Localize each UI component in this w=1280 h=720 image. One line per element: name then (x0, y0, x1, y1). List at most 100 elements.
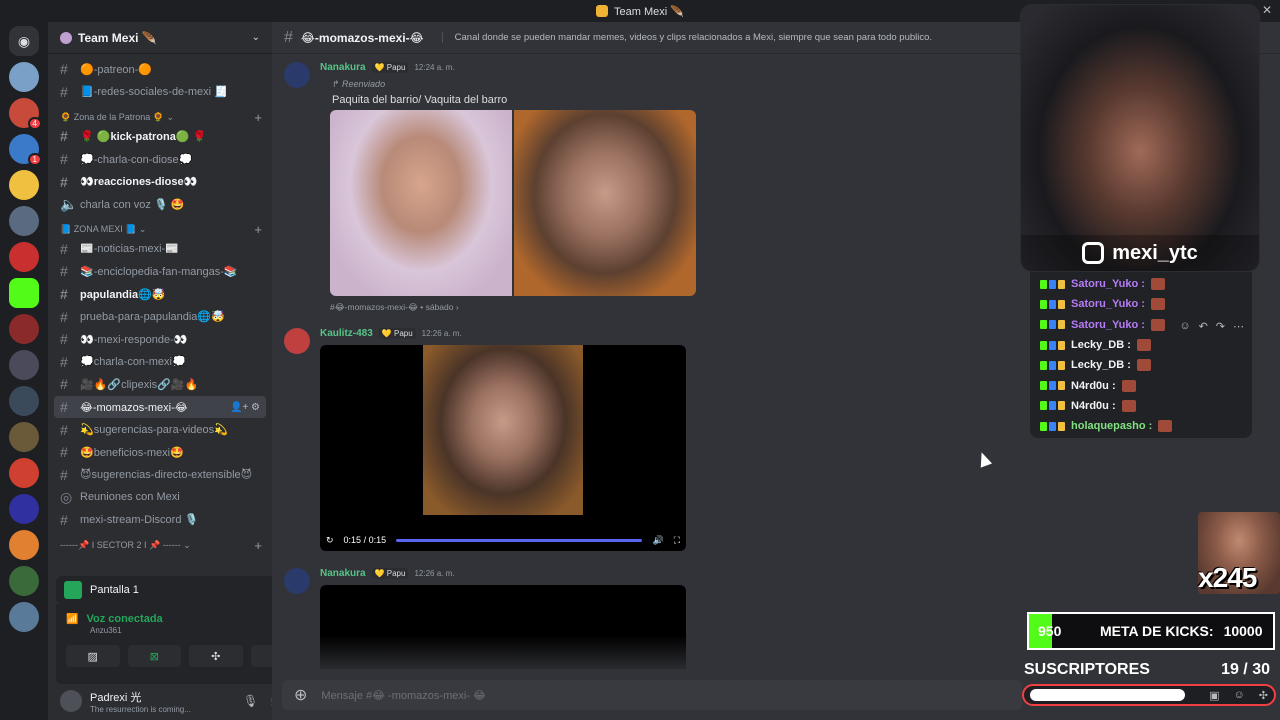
hash-icon: # (60, 353, 68, 370)
hash-icon: # (60, 466, 68, 483)
video-attachment[interactable]: ↻ 0:15 / 0:15 🔊 ⛶ (320, 345, 686, 551)
hash-icon: # (60, 128, 68, 145)
server-icon[interactable] (9, 170, 39, 200)
chat-message: N4rd0u : (1030, 375, 1252, 395)
camera-off-button[interactable]: ▨ (66, 645, 120, 667)
avatar[interactable] (60, 690, 82, 712)
emoji-icon[interactable]: ☺ (1234, 689, 1245, 702)
hash-icon: # (60, 308, 68, 325)
category-header[interactable]: ------📌 I SECTOR 2 I 📌 ------ ⌄ + (54, 531, 266, 553)
close-icon[interactable]: ✕ (1262, 3, 1272, 17)
fullscreen-icon[interactable]: ⛶ (674, 535, 680, 546)
server-icon[interactable] (9, 350, 39, 380)
message-author[interactable]: Nanakura (320, 568, 366, 579)
chevron-down-icon[interactable]: ⌄ (252, 32, 260, 43)
server-icon[interactable] (9, 206, 39, 236)
activities-button[interactable]: ✣ (189, 645, 243, 667)
server-icon[interactable]: 1 (9, 134, 42, 166)
server-header[interactable]: Team Mexi 🪶 ⌄ (48, 22, 272, 54)
channel-label: 📚-enciclopedia-fan-mangas-📚 (80, 265, 238, 278)
category-header[interactable]: 📘 ZONA MEXI 📘 ⌄ + (54, 216, 266, 238)
replay-icon[interactable]: ↻ (326, 535, 334, 546)
channel-item[interactable]: # papulandia🌐🤯 (54, 283, 266, 306)
gift-badge-icon (1058, 401, 1065, 411)
channel-item[interactable]: # 💭charla-con-mexi💭 (54, 351, 266, 374)
message-time: 12:24 a. m. (414, 63, 455, 72)
chat-username: N4rd0u : (1071, 399, 1116, 412)
channel-item[interactable]: # 👀reacciones-diose👀 (54, 170, 266, 193)
category-header[interactable]: 🌻 Zona de la Patrona 🌻 ⌄ + (54, 103, 266, 125)
add-channel-icon[interactable]: + (254, 222, 262, 237)
add-channel-icon[interactable]: + (254, 110, 262, 125)
hash-icon: # (60, 511, 68, 528)
hash-icon: # (60, 286, 68, 303)
kick-server-icon[interactable] (9, 278, 39, 308)
forward-icon[interactable]: ↷ (1216, 320, 1225, 333)
forward-source[interactable]: #😂-momazos-mexi-😂 • sábado › (330, 302, 696, 313)
server-icon[interactable] (9, 494, 39, 524)
add-channel-icon[interactable]: + (254, 538, 262, 553)
message-composer[interactable]: ⊕ Mensaje #😂 -momazos-mexi- 😂 (282, 680, 1022, 710)
channel-item[interactable]: # 🤩beneficios-mexi🤩 (54, 441, 266, 464)
instagram-icon (1082, 242, 1105, 264)
channel-item[interactable]: # 🟠-patreon-🟠 (54, 58, 266, 81)
channel-item[interactable]: # 📚-enciclopedia-fan-mangas-📚 (54, 260, 266, 283)
server-icon[interactable] (9, 386, 39, 416)
microphone-icon[interactable]: 🎙 (243, 694, 258, 708)
hash-icon: # (60, 151, 68, 168)
username: Padrexi 光 (90, 691, 142, 704)
server-icon[interactable] (9, 242, 39, 272)
meme-image-right[interactable] (514, 110, 696, 296)
emoji-icon[interactable]: ☺ (1179, 320, 1190, 333)
server-icon[interactable] (9, 458, 39, 488)
channel-item-selected[interactable]: # 😂-momazos-mexi-😂 👤+ ⚙ (54, 395, 266, 419)
video-progress-bar[interactable] (396, 538, 643, 542)
channel-topic[interactable]: Canal donde se pueden mandar memes, vide… (441, 32, 932, 43)
chat-username: N4rd0u : (1071, 379, 1116, 392)
channel-item[interactable]: # 💭-charla-con-diose💭 (54, 148, 266, 171)
channel-settings-icons[interactable]: 👤+ ⚙ (230, 402, 260, 413)
more-icon[interactable]: ⋯ (1233, 320, 1244, 333)
channel-item[interactable]: # 😈sugerencias-directo-extensible😈 (54, 464, 266, 487)
discord-home-icon[interactable]: ◉ (9, 26, 39, 56)
meme-image-left[interactable] (330, 110, 512, 296)
server-icon[interactable] (9, 602, 39, 632)
channel-label: 💭-charla-con-diose💭 (80, 153, 193, 166)
channel-item[interactable]: # 🌹 🟢kick-patrona🟢 🌹 (54, 125, 266, 148)
server-icon[interactable] (9, 314, 39, 344)
message-author[interactable]: Nanakura (320, 62, 366, 73)
apps-icon[interactable]: ✣ (1259, 689, 1268, 702)
channel-item[interactable]: # 📘-redes-sociales-de-mexi 🧾 (54, 81, 266, 104)
channel-item[interactable]: # mexi-stream-Discord 🎙️ (54, 509, 266, 532)
channel-item[interactable]: # 👀-mexi-responde-👀 (54, 328, 266, 351)
stream-chat-overlay: ☺ ↶ ↷ ⋯ Satoru_Yuko : Satoru_Yuko : Satoru… (1030, 272, 1252, 438)
channel-label: 💫sugerencias-para-videos💫 (80, 424, 228, 437)
server-icon[interactable] (9, 62, 39, 92)
channel-label: Reuniones con Mexi (80, 491, 180, 504)
video-attachment[interactable] (320, 585, 686, 669)
avatar[interactable] (284, 328, 310, 354)
server-icon[interactable] (9, 566, 39, 596)
channel-item[interactable]: # 🎥🔥🔗clipexis🔗🎥🔥 (54, 373, 266, 396)
reply-icon[interactable]: ↶ (1199, 320, 1208, 333)
video-frame (423, 345, 583, 515)
server-icon[interactable] (9, 530, 39, 560)
screen-share-button[interactable]: ⊠ (127, 645, 181, 667)
role-badge: 💛 Papu (378, 328, 416, 339)
sticker-icon[interactable]: ▣ (1209, 689, 1219, 702)
image-attachment[interactable] (330, 110, 696, 296)
add-attachment-icon[interactable]: ⊕ (294, 685, 307, 705)
stage-channel-item[interactable]: ◎ Reuniones con Mexi (54, 486, 266, 509)
server-icon[interactable]: 4 (9, 98, 42, 130)
avatar[interactable] (284, 568, 310, 594)
chat-message: Lecky_DB : (1030, 355, 1252, 375)
server-icon[interactable] (9, 422, 39, 452)
voice-channel-item[interactable]: 🔈 charla con voz 🎙️ 🤩 (54, 193, 266, 216)
avatar[interactable] (284, 62, 310, 88)
channel-item[interactable]: # 📰-noticias-mexi-📰 (54, 238, 266, 261)
channel-item[interactable]: # 💫sugerencias-para-videos💫 (54, 418, 266, 441)
category-label: ------📌 I SECTOR 2 I 📌 ------ ⌄ (60, 539, 191, 550)
message-author[interactable]: Kaulitz-483 (320, 328, 373, 339)
channel-item[interactable]: # prueba-para-papulandia🌐🤯 (54, 305, 266, 328)
volume-icon[interactable]: 🔊 (652, 535, 663, 546)
